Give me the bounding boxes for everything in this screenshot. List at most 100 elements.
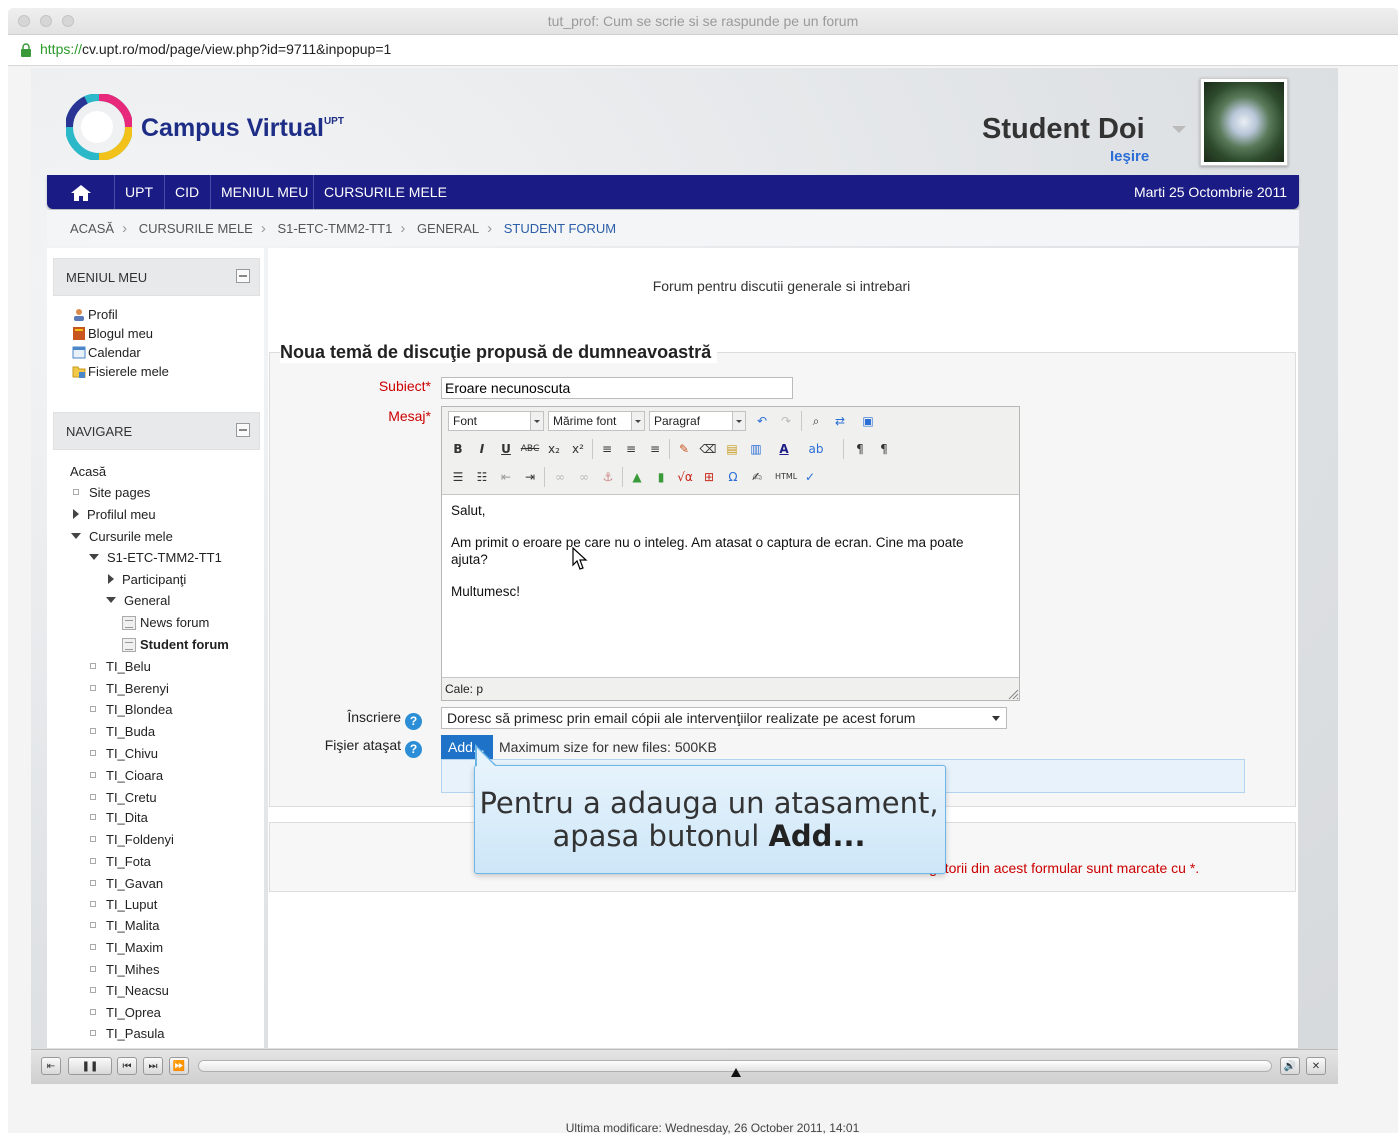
paste-word-icon[interactable]: ▥ [746, 439, 766, 459]
close-player-icon[interactable]: ✕ [1306, 1057, 1326, 1075]
italic-icon[interactable]: I [472, 439, 492, 459]
menu-item-blog[interactable]: Blogul meu [72, 326, 153, 341]
equation-icon[interactable]: √α [675, 467, 695, 487]
insert-table-icon[interactable]: ⊞ [699, 467, 719, 487]
collapse-block-icon[interactable] [236, 423, 250, 437]
nav-tree-course-item[interactable]: TI_Fota [90, 854, 151, 869]
skip-forward-icon[interactable]: ⏭ [143, 1057, 163, 1075]
find-icon[interactable]: ⌕ [806, 411, 826, 431]
nav-tree-home[interactable]: Acasă [70, 464, 106, 479]
subscript-icon[interactable]: x₂ [544, 439, 564, 459]
nav-tree-my-courses[interactable]: Cursurile mele [71, 529, 173, 544]
menu-item-calendar[interactable]: Calendar [72, 345, 141, 360]
nav-tree-course-item[interactable]: TI_Oprea [90, 1005, 161, 1020]
insert-image-icon[interactable]: ▲ [627, 467, 647, 487]
font-size-select[interactable]: Mărime font [548, 411, 645, 431]
nav-tree-course-item[interactable]: TI_Maxim [90, 940, 163, 955]
editor-content-area[interactable] [442, 494, 1019, 678]
special-char-icon[interactable]: Ω [723, 467, 743, 487]
nonbreaking-icon[interactable]: ✍ [747, 467, 767, 487]
nav-tree-course-item[interactable]: TI_Foldenyi [90, 832, 174, 847]
align-center-icon[interactable]: ≡ [621, 439, 641, 459]
nav-tree-general[interactable]: General [106, 593, 170, 608]
redo-icon[interactable]: ↷ [776, 411, 796, 431]
pause-button[interactable]: ❚❚ [68, 1057, 112, 1075]
nav-tree-course-item[interactable]: TI_Malita [90, 918, 159, 933]
breadcrumb-course[interactable]: S1-ETC-TMM2-TT1 [277, 221, 392, 236]
nav-tree-course-item[interactable]: TI_Pasula [90, 1026, 165, 1041]
nav-tree-course-item[interactable]: TI_Cretu [90, 790, 157, 805]
nav-tree-site-pages[interactable]: Site pages [73, 485, 150, 500]
nav-tree-profile[interactable]: Profilul meu [73, 507, 156, 522]
help-icon[interactable]: ? [405, 713, 422, 730]
replace-icon[interactable]: ⇄ [830, 411, 850, 431]
user-menu-chevron-icon[interactable] [1172, 126, 1186, 133]
spellcheck-icon[interactable]: ✓ [800, 467, 820, 487]
text-color-icon[interactable]: A [774, 439, 794, 459]
fast-forward-icon[interactable]: ⏩ [169, 1057, 189, 1075]
nav-tree-course-item[interactable]: TI_Dita [90, 810, 148, 825]
nav-tree-course-item[interactable]: TI_Mihes [90, 962, 159, 977]
bold-icon[interactable]: B [448, 439, 468, 459]
resize-handle-icon[interactable] [1008, 689, 1019, 700]
ltr-icon[interactable]: ¶ [850, 439, 870, 459]
avatar[interactable] [1200, 78, 1288, 166]
nav-tree-course-item[interactable]: TI_Chivu [90, 746, 158, 761]
paragraph-select[interactable]: Paragraf [649, 411, 746, 431]
nav-tree-course-item[interactable]: TI_Buda [90, 724, 155, 739]
breadcrumb-student-forum[interactable]: STUDENT FORUM [504, 221, 616, 236]
breadcrumb-my-courses[interactable]: CURSURILE MELE [139, 221, 253, 236]
nav-tree-course-item[interactable]: TI_Berenyi [90, 681, 169, 696]
user-name[interactable]: Student Doi [982, 113, 1145, 146]
subscription-select[interactable]: Doresc să primesc prin email cópii ale i… [441, 707, 1007, 729]
superscript-icon[interactable]: x² [568, 439, 588, 459]
fullscreen-icon[interactable]: ▣ [858, 411, 878, 431]
nav-item-cursurile-mele[interactable]: CURSURILE MELE [313, 175, 457, 209]
font-family-select[interactable]: Font [448, 411, 544, 431]
nav-tree-participants[interactable]: Participanţi [108, 572, 186, 587]
home-icon[interactable] [70, 184, 92, 202]
paste-icon[interactable]: ▤ [722, 439, 742, 459]
nav-tree-course[interactable]: S1-ETC-TMM2-TT1 [89, 550, 222, 565]
nav-tree-course-item[interactable]: TI_Blondea [90, 702, 173, 717]
nav-item-cid[interactable]: CID [164, 175, 209, 209]
nav-tree-news-forum[interactable]: News forum [122, 615, 209, 630]
undo-icon[interactable]: ↶ [752, 411, 772, 431]
link-icon[interactable]: ∞ [550, 467, 570, 487]
outdent-icon[interactable]: ⇤ [496, 467, 516, 487]
menu-item-files[interactable]: Fisierele mele [72, 364, 169, 379]
nav-tree-course-item[interactable]: TI_Cioara [90, 768, 163, 783]
nav-tree-course-item[interactable]: TI_Gavan [90, 876, 163, 891]
help-icon[interactable]: ? [405, 741, 422, 758]
underline-icon[interactable]: U [496, 439, 516, 459]
exit-player-icon[interactable]: ⇤ [41, 1057, 61, 1075]
nav-tree-student-forum[interactable]: Student forum [122, 637, 229, 652]
playhead-icon[interactable] [731, 1068, 741, 1077]
insert-media-icon[interactable]: ▮ [651, 467, 671, 487]
nav-tree-course-item[interactable]: TI_Belu [90, 659, 151, 674]
url-text[interactable]: https://cv.upt.ro/mod/page/view.php?id=9… [40, 41, 391, 57]
align-left-icon[interactable]: ≡ [597, 439, 617, 459]
align-right-icon[interactable]: ≡ [645, 439, 665, 459]
collapse-block-icon[interactable] [236, 269, 250, 283]
breadcrumb-home[interactable]: ACASĂ [70, 221, 114, 236]
nav-item-upt[interactable]: UPT [114, 175, 163, 209]
skip-back-icon[interactable]: ⏮ [117, 1057, 137, 1075]
menu-item-profile[interactable]: Profil [72, 307, 118, 322]
html-source-icon[interactable]: HTML [775, 467, 797, 487]
unlink-icon[interactable]: ∞ [574, 467, 594, 487]
breadcrumb-general[interactable]: GENERAL [417, 221, 479, 236]
address-bar[interactable]: https://cv.upt.ro/mod/page/view.php?id=9… [8, 35, 1398, 66]
nav-tree-course-item[interactable]: TI_Luput [90, 897, 157, 912]
nav-tree-course-item[interactable]: TI_Neacsu [90, 983, 169, 998]
subject-input[interactable] [441, 377, 793, 399]
numbered-list-icon[interactable]: ☷ [472, 467, 492, 487]
remove-format-icon[interactable]: ⌫ [698, 439, 718, 459]
bullet-list-icon[interactable]: ☰ [448, 467, 468, 487]
strikethrough-icon[interactable]: ABC [520, 439, 540, 459]
anchor-icon[interactable]: ⚓ [598, 467, 618, 487]
volume-icon[interactable]: 🔊 [1280, 1057, 1300, 1075]
logout-link[interactable]: Ieşire [1110, 148, 1149, 165]
clean-up-icon[interactable]: ✎ [674, 439, 694, 459]
nav-item-meniul-meu[interactable]: MENIUL MEU [210, 175, 318, 209]
